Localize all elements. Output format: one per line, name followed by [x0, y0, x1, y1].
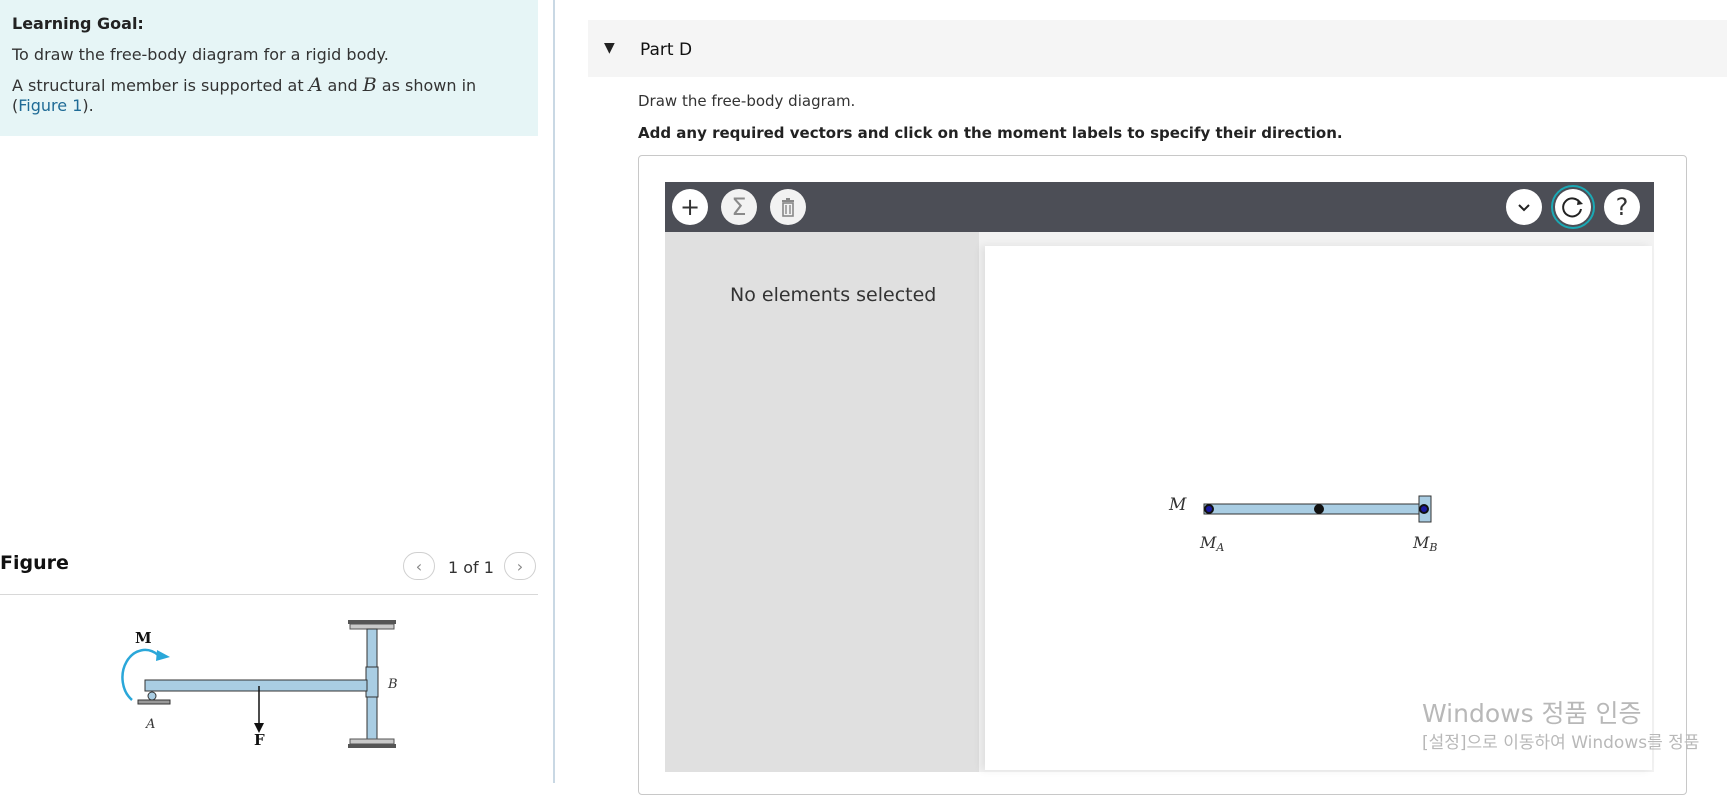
learning-goal-box: Learning Goal: To draw the free-body dia… — [0, 0, 538, 136]
ceiling-hatch — [348, 620, 396, 624]
column-joint — [365, 666, 379, 698]
var-a: A — [308, 74, 323, 96]
fbd-label-mb[interactable]: MB — [1412, 533, 1437, 554]
part-title[interactable]: Part D — [640, 40, 692, 60]
beam — [144, 679, 368, 692]
ceiling-plate — [349, 623, 395, 630]
figure-title: Figure — [0, 552, 69, 574]
learning-goal-text: To draw the free-body diagram for a rigi… — [12, 45, 389, 64]
chevron-left-icon: ‹ — [415, 557, 423, 576]
sigma-icon: Σ — [731, 193, 747, 221]
delete-button[interactable] — [770, 189, 806, 225]
fbd-node-mid[interactable] — [1314, 504, 1324, 514]
statement-pre: A structural member is supported at — [12, 76, 309, 95]
sum-button[interactable]: Σ — [721, 189, 757, 225]
no-selection-text: No elements selected — [730, 284, 937, 306]
part-d-header[interactable] — [588, 20, 1727, 77]
instruction-text: Draw the free-body diagram. — [638, 92, 856, 110]
moment-arrowhead — [156, 650, 170, 661]
caret-down-icon[interactable]: ▼ — [604, 40, 615, 56]
help-icon: ? — [1615, 193, 1629, 221]
fbd-diagram[interactable]: M MA MB — [1160, 488, 1460, 558]
problem-statement: A structural member is supported at A an… — [12, 75, 526, 116]
add-vector-button[interactable]: + — [672, 189, 708, 225]
figure-page-indicator: 1 of 1 — [448, 558, 494, 577]
support-a-pin — [147, 691, 157, 701]
statement-end: ). — [82, 96, 94, 115]
reset-button[interactable] — [1551, 185, 1595, 229]
watermark-line2: [설정]으로 이동하여 Windows를 정품 — [1422, 733, 1700, 753]
trash-icon — [782, 198, 794, 217]
figure-next-button[interactable]: › — [504, 552, 536, 580]
figure-prev-button[interactable]: ‹ — [403, 552, 435, 580]
fig-label-a: A — [145, 717, 155, 732]
dropdown-button[interactable] — [1506, 189, 1542, 225]
fig-label-b: B — [387, 677, 398, 692]
help-button[interactable]: ? — [1604, 189, 1640, 225]
learning-goal-title: Learning Goal: — [12, 14, 144, 33]
figure-link[interactable]: Figure 1 — [18, 96, 82, 115]
floor-hatch — [348, 744, 396, 748]
figure-image: M A B F — [121, 620, 398, 749]
fbd-label-ma-main: M — [1199, 533, 1217, 552]
chevron-down-icon — [1518, 204, 1530, 212]
var-b: B — [362, 74, 377, 96]
fbd-label-ma-sub: A — [1215, 541, 1224, 554]
refresh-icon — [1562, 197, 1583, 218]
fig-label-m: M — [135, 629, 152, 647]
fbd-label-ma[interactable]: MA — [1199, 533, 1224, 554]
fig-label-f: F — [254, 731, 265, 749]
watermark-line1: Windows 정품 인증 — [1422, 699, 1642, 728]
instruction-bold-text: Add any required vectors and click on th… — [638, 124, 1343, 142]
fbd-label-m[interactable]: M — [1168, 495, 1187, 515]
fbd-anchor-a — [1206, 506, 1212, 512]
fbd-anchor-b — [1421, 506, 1427, 512]
support-a-base — [137, 699, 171, 705]
pane-divider[interactable] — [553, 0, 555, 783]
chevron-right-icon: › — [516, 557, 524, 576]
plus-icon: + — [679, 193, 701, 221]
floor-plate — [349, 738, 395, 745]
statement-mid: and — [322, 76, 363, 95]
properties-pane — [665, 232, 979, 772]
fbd-label-mb-main: M — [1412, 533, 1430, 552]
fbd-label-mb-sub: B — [1428, 541, 1437, 554]
